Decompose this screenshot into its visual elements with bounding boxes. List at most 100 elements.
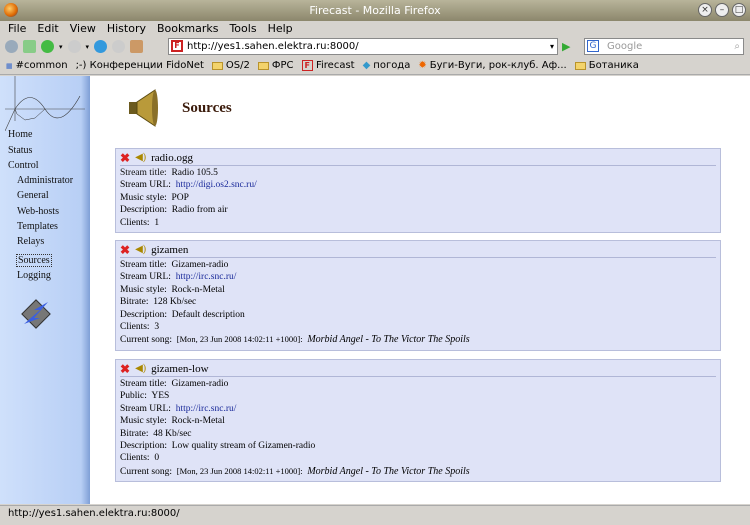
bookmark-frs[interactable]: ФРС	[257, 57, 294, 74]
url-bar[interactable]: Fhttp://yes1.sahen.elektra.ru:8000/ ▾	[168, 38, 558, 55]
bookmark-botanika[interactable]: Ботаника	[574, 57, 639, 74]
stop-button[interactable]	[112, 40, 126, 53]
field-label: Description:	[120, 309, 167, 320]
google-icon[interactable]: G	[587, 40, 599, 52]
current-song: Morbid Angel - To The Victor The Spoils	[307, 334, 470, 346]
forward-dropdown-icon[interactable]: ▾	[86, 43, 90, 51]
sidebar-item-administrator[interactable]: Administrator	[17, 175, 73, 186]
status-text: http://yes1.sahen.elektra.ru:8000/	[8, 508, 180, 519]
current-song: Morbid Angel - To The Victor The Spoils	[307, 465, 470, 477]
field-label: Music style:	[120, 192, 167, 203]
speaker-small-icon[interactable]: ◀)	[135, 363, 146, 375]
menu-edit[interactable]: Edit	[37, 21, 58, 36]
sidebar-item-general[interactable]: General	[17, 190, 49, 201]
folder-icon	[574, 61, 586, 70]
field-label: Clients:	[120, 322, 150, 333]
sidebar-item-web-hosts[interactable]: Web-hosts	[17, 206, 59, 217]
bookmark-label: Ботаника	[588, 59, 639, 71]
folder-icon	[211, 61, 223, 70]
field-label: Stream title:	[120, 260, 167, 270]
field-label: Stream title:	[120, 168, 167, 178]
search-button[interactable]: ⌕	[734, 39, 740, 54]
stream-url-link[interactable]: http://irc.snc.ru/	[176, 404, 237, 414]
clients: 3	[154, 322, 160, 333]
menu-tools[interactable]: Tools	[229, 21, 256, 36]
speaker-small-icon[interactable]: ◀)	[135, 152, 146, 164]
menu-file[interactable]: File	[8, 21, 26, 36]
drop-icon: ◆	[362, 59, 371, 71]
firefox-icon	[4, 3, 18, 17]
minimize-button[interactable]: –	[715, 3, 729, 17]
source-name: gizamen	[151, 244, 189, 257]
sidebar-item-relays[interactable]: Relays	[17, 236, 44, 247]
stream-url-link[interactable]: http://digi.os2.snc.ru/	[176, 180, 257, 190]
music-style: Rock-n-Metal	[171, 284, 225, 295]
stream-title: Gizamen-radio	[171, 379, 229, 389]
sidebar-item-templates[interactable]: Templates	[17, 221, 58, 232]
search-placeholder: Google	[607, 41, 643, 52]
field-label: Stream URL:	[120, 403, 171, 414]
bookmark-weather[interactable]: ◆ погода	[363, 57, 411, 74]
sidebar-item-control[interactable]: Control	[8, 160, 39, 171]
folder-icon	[257, 61, 269, 70]
bookmark-firecast[interactable]: F Firecast	[301, 57, 355, 74]
new-tab-icon[interactable]	[23, 40, 36, 53]
stream-url-link[interactable]: http://irc.snc.ru/	[176, 272, 237, 282]
firecast-logo-icon	[21, 299, 51, 329]
site-favicon: F	[171, 40, 183, 52]
sidebar-item-sources[interactable]: Sources	[16, 254, 52, 267]
search-input[interactable]: G Google ⌕	[584, 38, 744, 55]
song-timestamp: [Mon, 23 Jun 2008 14:02:11 +1000]:	[176, 465, 303, 476]
menu-history[interactable]: History	[107, 21, 146, 36]
url-dropdown-icon[interactable]: ▾	[550, 39, 554, 54]
sun-icon: ✹	[418, 59, 427, 71]
page-content: Home Status Control Administrator Genera…	[0, 76, 750, 504]
maximize-button[interactable]: □	[732, 3, 746, 17]
source-name: radio.ogg	[151, 152, 193, 165]
delete-icon[interactable]: ✖	[120, 363, 130, 376]
clients: 0	[154, 453, 160, 464]
reload-button[interactable]	[94, 40, 108, 53]
bookmark-label: ФРС	[271, 59, 294, 71]
sidebar-item-home[interactable]: Home	[8, 129, 32, 140]
field-label: Stream title:	[120, 379, 167, 389]
bookmarks-toolbar: ▦ #common ;-) Конференции FidoNet OS/2 ФР…	[0, 57, 750, 75]
public: YES	[151, 391, 170, 402]
go-button[interactable]: ▶	[562, 40, 570, 53]
bitrate: 48 Kb/sec	[153, 428, 192, 439]
bookmark-boogie[interactable]: ✹ Буги-Вуги, рок-клуб. Аф...	[418, 57, 566, 74]
menu-view[interactable]: View	[70, 21, 96, 36]
field-label: Current song:	[120, 466, 172, 477]
home-button[interactable]	[130, 40, 144, 53]
field-label: Description:	[120, 205, 167, 216]
field-label: Description:	[120, 441, 167, 452]
description: Default description	[171, 309, 245, 320]
close-window-button[interactable]: ×	[698, 3, 712, 17]
field-label: Public:	[120, 391, 147, 402]
bookmark-os2[interactable]: OS/2	[211, 57, 250, 74]
bookmark-label: #common	[15, 59, 68, 71]
back-dropdown-icon[interactable]: ▾	[59, 43, 63, 51]
back-button[interactable]	[41, 40, 54, 53]
history-icon[interactable]	[5, 40, 18, 53]
menu-help[interactable]: Help	[268, 21, 293, 36]
source-panel-radio-ogg: ✖ ◀) radio.ogg Stream title: Radio 105.5 S…	[115, 148, 721, 234]
sidebar-item-status[interactable]: Status	[8, 145, 32, 156]
bookmark-common[interactable]: ▦ #common	[6, 57, 68, 74]
forward-button[interactable]	[67, 40, 81, 53]
title-bar: Firecast - Mozilla Firefox × – □	[0, 0, 750, 21]
field-label: Stream URL:	[120, 272, 171, 283]
clients: 1	[154, 217, 160, 228]
menu-bookmarks[interactable]: Bookmarks	[157, 21, 218, 36]
source-panel-gizamen-low: ✖ ◀) gizamen-low Stream title: Gizamen-rad…	[115, 359, 721, 483]
sidebar: Home Status Control Administrator Genera…	[0, 76, 90, 504]
bookmark-fidonet[interactable]: ;-) Конференции FidoNet	[76, 57, 204, 74]
sidebar-item-logging[interactable]: Logging	[17, 270, 51, 281]
delete-icon[interactable]: ✖	[120, 152, 130, 165]
description: Low quality stream of Gizamen-radio	[171, 441, 316, 452]
description: Radio from air	[171, 205, 228, 216]
delete-icon[interactable]: ✖	[120, 244, 130, 257]
speaker-small-icon[interactable]: ◀)	[135, 244, 146, 256]
song-timestamp: [Mon, 23 Jun 2008 14:02:11 +1000]:	[176, 334, 303, 345]
stream-title: Gizamen-radio	[171, 260, 229, 270]
